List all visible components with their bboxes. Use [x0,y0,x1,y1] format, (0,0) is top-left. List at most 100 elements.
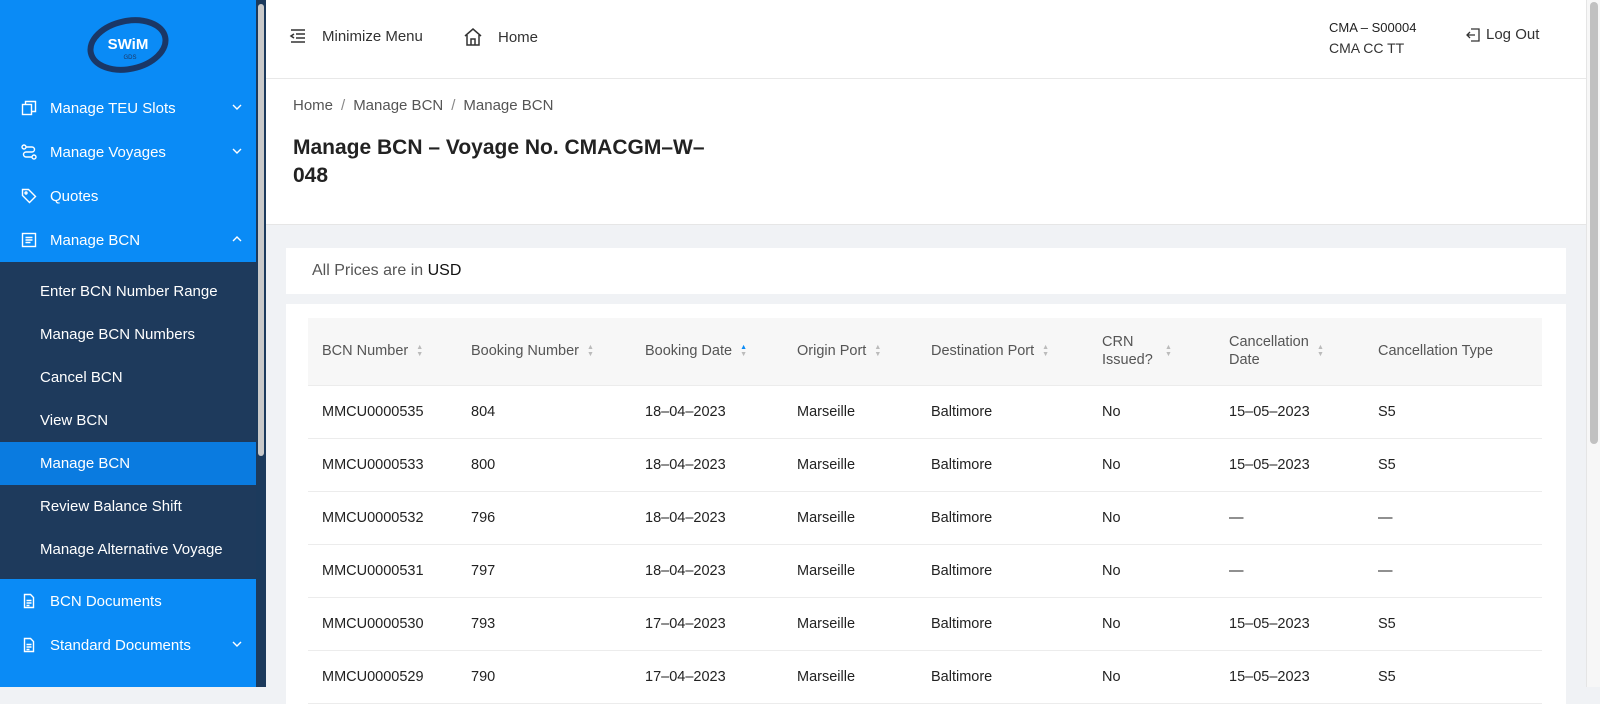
sort-icon: ▲ ▼ [1317,344,1324,359]
submenu-item-enter-bcn-number-range[interactable]: Enter BCN Number Range [0,270,256,313]
home-button[interactable]: Home [462,26,538,48]
table-row[interactable]: MMCU0000532 796 18–04–2023 Marseille Baltimo… [308,491,1542,545]
bcn-table-card: BCN Number ▲ ▼ Booking Number ▲ ▼ Booking Da… [286,304,1566,704]
column-label: CRN Issued? [1102,334,1153,369]
chevron-down-icon [232,104,242,110]
chevron-down-icon [232,148,242,154]
minimize-menu-button[interactable]: Minimize Menu [288,26,423,46]
sort-icon: ▲ ▼ [874,344,882,359]
submenu-item-manage-bcn-numbers[interactable]: Manage BCN Numbers [0,313,256,356]
column-label: Booking Date [645,343,733,360]
page-title: Manage BCN – Voyage No. CMACGM–W–048 [293,136,705,187]
table-header-row: BCN Number ▲ ▼ Booking Number ▲ ▼ Booking Da… [308,318,1542,386]
column-label: Cancellation Type [1378,343,1494,360]
cell-cancellation-date: 15–05–2023 [1215,597,1364,651]
scrollbar-thumb[interactable] [258,4,264,456]
page-scrollbar[interactable] [1586,0,1600,687]
sidebar: SWiM GDS Manage TEU Slots Manage Voyages… [0,0,256,687]
sidebar-scrollbar[interactable] [256,0,266,687]
sidebar-item-manage-voyages[interactable]: Manage Voyages [0,130,256,174]
sort-ascending-icon: ▲ ▼ [740,344,747,359]
scrollbar-thumb[interactable] [1590,2,1598,444]
column-label: Destination Port [931,343,1035,360]
logout-button[interactable]: Log Out [1465,26,1539,43]
sidebar-item-bcn-documents[interactable]: BCN Documents [0,579,256,623]
cell-destination-port: Baltimore [917,491,1088,545]
sidebar-item-label: Standard Documents [50,636,191,654]
cell-booking-date: 18–04–2023 [631,491,783,545]
menu-fold-icon [289,29,305,43]
table-row[interactable]: MMCU0000529 790 17–04–2023 Marseille Baltimo… [308,650,1542,704]
sort-icon: ▲ ▼ [587,344,594,359]
column-header-cancellation-date[interactable]: Cancellation Date ▲ ▼ [1215,318,1364,386]
cell-origin-port: Marseille [783,597,917,651]
user-name: CMA CC TT [1329,40,1405,56]
cell-cancellation-type: S5 [1364,438,1542,492]
cell-cancellation-date: 15–05–2023 [1215,438,1364,492]
submenu-item-view-bcn[interactable]: View BCN [0,399,256,442]
cell-booking-date: 17–04–2023 [631,650,783,704]
column-label: BCN Number [322,343,409,360]
breadcrumb-manage-bcn[interactable]: Manage BCN [353,97,443,114]
submenu-item-manage-bcn[interactable]: Manage BCN [0,442,256,485]
column-header-destination-port[interactable]: Destination Port ▲ ▼ [917,318,1088,386]
table-row[interactable]: MMCU0000535 804 18–04–2023 Marseille Baltimo… [308,385,1542,439]
home-label: Home [498,28,539,46]
column-header-booking-number[interactable]: Booking Number ▲ ▼ [457,318,631,386]
breadcrumb-separator: / [341,97,346,114]
cell-booking-date: 18–04–2023 [631,438,783,492]
sidebar-item-label: BCN Documents [50,592,162,610]
column-header-bcn-number[interactable]: BCN Number ▲ ▼ [308,318,457,386]
currency-prefix: All Prices are in [312,262,424,279]
cell-crn-issued: No [1088,438,1215,492]
sidebar-item-standard-documents[interactable]: Standard Documents [0,623,256,667]
cell-booking-number: 800 [457,438,631,492]
sort-icon: ▲ ▼ [416,344,424,359]
column-header-crn-issued[interactable]: CRN Issued? ▲ ▼ [1088,318,1215,386]
submenu-item-cancel-bcn[interactable]: Cancel BCN [0,356,256,399]
chevron-down-icon [232,641,242,647]
manage-bcn-submenu: Enter BCN Number Range Manage BCN Number… [0,262,256,579]
cell-booking-date: 18–04–2023 [631,385,783,439]
table-row[interactable]: MMCU0000531 797 18–04–2023 Marseille Baltimo… [308,544,1542,598]
sidebar-item-quotes[interactable]: Quotes [0,174,256,218]
route-icon [20,143,38,161]
table-row[interactable]: MMCU0000530 793 17–04–2023 Marseille Baltimo… [308,597,1542,651]
tag-icon [20,187,38,205]
cell-origin-port: Marseille [783,491,917,545]
breadcrumb-separator: / [451,97,456,114]
cell-crn-issued: No [1088,650,1215,704]
submenu-item-review-balance-shift[interactable]: Review Balance Shift [0,485,256,528]
column-header-booking-date[interactable]: Booking Date ▲ ▼ [631,318,783,386]
cell-destination-port: Baltimore [917,438,1088,492]
breadcrumb: Home / Manage BCN / Manage BCN [293,97,1559,114]
cell-destination-port: Baltimore [917,650,1088,704]
cell-origin-port: Marseille [783,438,917,492]
column-header-origin-port[interactable]: Origin Port ▲ ▼ [783,318,917,386]
cell-booking-number: 804 [457,385,631,439]
breadcrumb-home[interactable]: Home [293,97,333,114]
column-header-cancellation-type: Cancellation Type [1364,318,1542,386]
sidebar-item-label: Quotes [50,187,99,205]
sidebar-item-manage-teu-slots[interactable]: Manage TEU Slots [0,86,256,130]
cell-destination-port: Baltimore [917,385,1088,439]
table-row[interactable]: MMCU0000533 800 18–04–2023 Marseille Baltimo… [308,438,1542,492]
sidebar-item-manage-bcn[interactable]: Manage BCN [0,218,256,262]
currency-notice: All Prices are in USD [286,248,1566,294]
cell-cancellation-date: — [1215,544,1364,598]
bcn-table: BCN Number ▲ ▼ Booking Number ▲ ▼ Booking Da… [308,318,1542,704]
cell-cancellation-type: S5 [1364,597,1542,651]
logo-text: SWiM [108,36,149,53]
submenu-item-manage-alternative-voyage[interactable]: Manage Alternative Voyage [0,528,256,571]
logo-subtext: GDS [123,55,136,61]
cell-booking-number: 796 [457,491,631,545]
topbar: Minimize Menu Home CMA – S00004 CMA CC T… [266,0,1586,79]
cell-bcn-number: MMCU0000531 [308,544,457,598]
cell-origin-port: Marseille [783,544,917,598]
user-id: CMA – S00004 [1329,20,1417,35]
logo[interactable]: SWiM GDS [0,0,256,86]
minimize-menu-label: Minimize Menu [322,27,423,45]
cell-booking-number: 793 [457,597,631,651]
cell-bcn-number: MMCU0000530 [308,597,457,651]
cell-cancellation-type: — [1364,544,1542,598]
